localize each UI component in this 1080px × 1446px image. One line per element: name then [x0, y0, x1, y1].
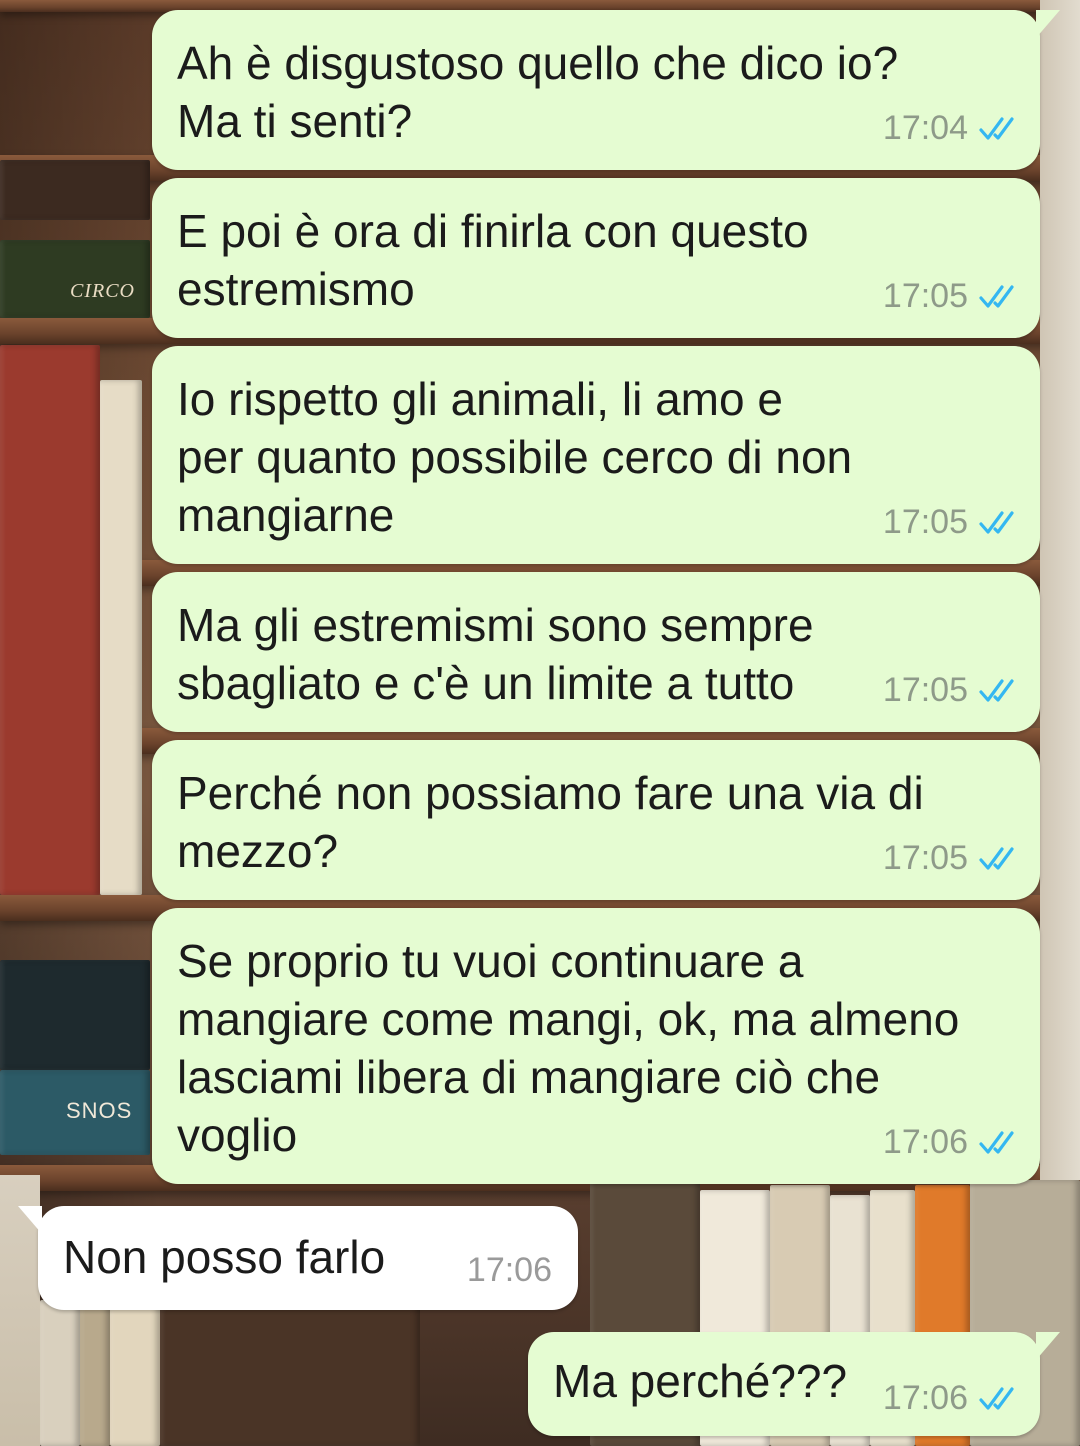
message-time: 17:05: [882, 277, 968, 315]
book-label: CIRCO: [70, 280, 135, 302]
book: [0, 345, 100, 895]
message-time: 17:06: [882, 1379, 968, 1417]
bubble-tail: [1036, 1332, 1060, 1360]
book: [0, 960, 150, 1070]
message-meta: 17:05: [883, 502, 1018, 542]
book: [40, 1300, 80, 1446]
outgoing-message-bubble[interactable]: E poi è ora di finirla con questo estrem…: [152, 178, 1040, 338]
book: CIRCO: [0, 240, 150, 318]
bubble-tail: [1036, 10, 1060, 38]
bubble-tail: [18, 1206, 42, 1234]
double-check-icon: [979, 1131, 1014, 1154]
book-label: SNOS: [66, 1098, 133, 1123]
double-check-icon: [979, 1387, 1014, 1410]
double-check-icon: [979, 511, 1014, 534]
outgoing-message-bubble[interactable]: Ah è disgustoso quello che dico io? Ma t…: [152, 10, 1060, 170]
double-check-icon: [979, 679, 1014, 702]
message-meta: 17:06: [883, 1378, 1018, 1418]
message-meta: 17:04: [883, 108, 1018, 148]
book: SNOS: [0, 1070, 150, 1155]
outgoing-message-bubble[interactable]: Io rispetto gli animali, li amo e per qu…: [152, 346, 1040, 564]
outgoing-message-bubble[interactable]: Ma perché??? 17:06: [528, 1332, 1060, 1436]
book: [80, 1300, 110, 1446]
book: [100, 380, 142, 895]
outgoing-message-bubble[interactable]: Se proprio tu vuoi continuare a mangiare…: [152, 908, 1040, 1184]
outgoing-message-bubble[interactable]: Perché non possiamo fare una via di mezz…: [152, 740, 1040, 900]
double-check-icon: [979, 285, 1014, 308]
message-time: 17:04: [882, 109, 968, 147]
book: [160, 1300, 420, 1446]
double-check-icon: [979, 847, 1014, 870]
message-meta: 17:05: [883, 276, 1018, 316]
message-time: 17:06: [466, 1251, 552, 1289]
message-meta: 17:05: [883, 670, 1018, 710]
double-check-icon: [979, 117, 1014, 140]
message-time: 17:05: [882, 671, 968, 709]
incoming-message-bubble[interactable]: Non posso farlo 17:06: [18, 1206, 578, 1310]
book: [0, 160, 150, 220]
book: [1040, 0, 1080, 1180]
book: [110, 1300, 160, 1446]
message-time: 17:05: [882, 503, 968, 541]
outgoing-message-bubble[interactable]: Ma gli estremismi sono sempre sbagliato …: [152, 572, 1040, 732]
message-meta: 17:06: [467, 1250, 552, 1290]
message-meta: 17:05: [883, 838, 1018, 878]
message-time: 17:05: [882, 839, 968, 877]
message-meta: 17:06: [883, 1122, 1018, 1162]
message-time: 17:06: [882, 1123, 968, 1161]
message-text: Ma gli estremismi sono sempre sbagliato …: [177, 599, 814, 709]
